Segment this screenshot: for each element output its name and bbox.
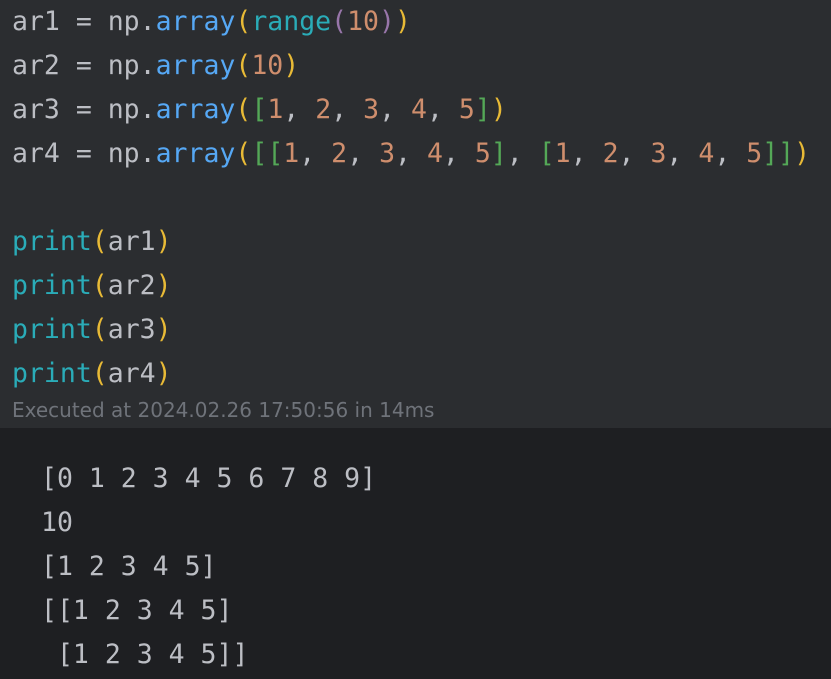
code-token: 2 — [602, 138, 619, 169]
code-line[interactable]: ar4 = np.array([[1, 2, 3, 4, 5], [1, 2, … — [12, 132, 810, 176]
code-token: ar2 — [107, 270, 156, 301]
code-token: ] — [778, 138, 795, 169]
code-token: 5 — [746, 138, 763, 169]
code-token: , — [331, 94, 364, 125]
code-token: ar1 — [107, 226, 156, 257]
code-token: ar4 — [107, 358, 156, 389]
code-token: , — [283, 94, 316, 125]
code-token: 1 — [554, 138, 571, 169]
code-token: array — [155, 94, 236, 125]
code-token: ( — [91, 358, 108, 389]
code-token: ar3 — [107, 314, 156, 345]
code-token: , — [506, 138, 539, 169]
code-token: 1 — [267, 94, 284, 125]
code-token: , — [442, 138, 475, 169]
code-token: array — [155, 138, 236, 169]
code-token: ( — [91, 226, 108, 257]
code-token: ) — [283, 50, 300, 81]
output-line: 10 — [41, 507, 73, 538]
code-token: ) — [155, 270, 172, 301]
code-token: ) — [794, 138, 811, 169]
code-token: [ — [267, 138, 284, 169]
code-line[interactable]: print(ar2) — [12, 264, 172, 308]
output-line: [1 2 3 4 5]] — [41, 639, 249, 670]
code-token: , — [570, 138, 603, 169]
code-token: print — [12, 270, 92, 301]
code-token: ( — [331, 6, 348, 37]
code-token: ) — [379, 6, 395, 37]
code-token: 4 — [698, 138, 715, 169]
cell-output-area: [0 1 2 3 4 5 6 7 8 9] 10 [1 2 3 4 5] [[1… — [0, 428, 831, 679]
code-token: 4 — [410, 94, 427, 125]
code-token: 10 — [251, 50, 284, 81]
code-token: range — [251, 6, 332, 37]
code-token: 5 — [474, 138, 491, 169]
code-token: [ — [251, 138, 268, 169]
code-token: ) — [490, 94, 507, 125]
code-token: ) — [394, 6, 411, 37]
code-token: 3 — [650, 138, 667, 169]
code-line[interactable]: print(ar1) — [12, 220, 172, 264]
output-line: [[1 2 3 4 5] — [41, 595, 233, 626]
code-line[interactable]: print(ar3) — [12, 308, 172, 352]
code-token: ( — [235, 6, 252, 37]
code-token: array — [155, 50, 236, 81]
code-token: ar1 = np. — [12, 6, 156, 37]
code-token: , — [426, 94, 459, 125]
code-line[interactable]: print(ar4) — [12, 352, 172, 396]
code-token: ) — [155, 358, 172, 389]
code-token: , — [618, 138, 651, 169]
code-token: 2 — [315, 94, 332, 125]
code-token: , — [714, 138, 747, 169]
code-token: ar4 = np. — [12, 138, 156, 169]
code-token: [ — [538, 138, 555, 169]
code-token: ( — [91, 314, 108, 345]
code-token: 3 — [363, 94, 380, 125]
code-token: ] — [474, 94, 491, 125]
code-token: 2 — [331, 138, 348, 169]
code-token: , — [299, 138, 332, 169]
code-token: ] — [762, 138, 779, 169]
code-line[interactable]: ar1 = np.array(range(10)) — [12, 0, 411, 44]
output-line: [1 2 3 4 5] — [41, 551, 217, 582]
code-token: [ — [251, 94, 268, 125]
code-token: , — [379, 94, 411, 125]
code-token: 1 — [283, 138, 300, 169]
code-token: ( — [91, 270, 108, 301]
code-token: , — [666, 138, 699, 169]
code-token: , — [347, 138, 380, 169]
code-token: ( — [235, 138, 252, 169]
execution-status-text: Executed at 2024.02.26 17:50:56 in 14ms — [12, 398, 435, 422]
code-token: 4 — [426, 138, 443, 169]
code-line[interactable]: ar3 = np.array([1, 2, 3, 4, 5]) — [12, 88, 507, 132]
code-token: ( — [235, 94, 252, 125]
code-cell-editor[interactable]: ar1 = np.array(range(10)) ar2 = np.array… — [0, 0, 831, 428]
code-token: print — [12, 314, 92, 345]
code-token: ) — [155, 226, 172, 257]
code-token: ar2 = np. — [12, 50, 156, 81]
code-token: ar3 = np. — [12, 94, 156, 125]
code-token: ( — [235, 50, 252, 81]
code-token: ) — [155, 314, 172, 345]
code-token: print — [12, 226, 92, 257]
code-token: 5 — [458, 94, 475, 125]
code-token: ] — [490, 138, 507, 169]
code-token: array — [155, 6, 236, 37]
code-token: , — [395, 138, 427, 169]
code-line[interactable]: ar2 = np.array(10) — [12, 44, 299, 88]
code-token: 10 — [347, 6, 380, 37]
code-token: print — [12, 358, 92, 389]
output-line: [0 1 2 3 4 5 6 7 8 9] — [41, 463, 377, 494]
code-token: 3 — [379, 138, 396, 169]
